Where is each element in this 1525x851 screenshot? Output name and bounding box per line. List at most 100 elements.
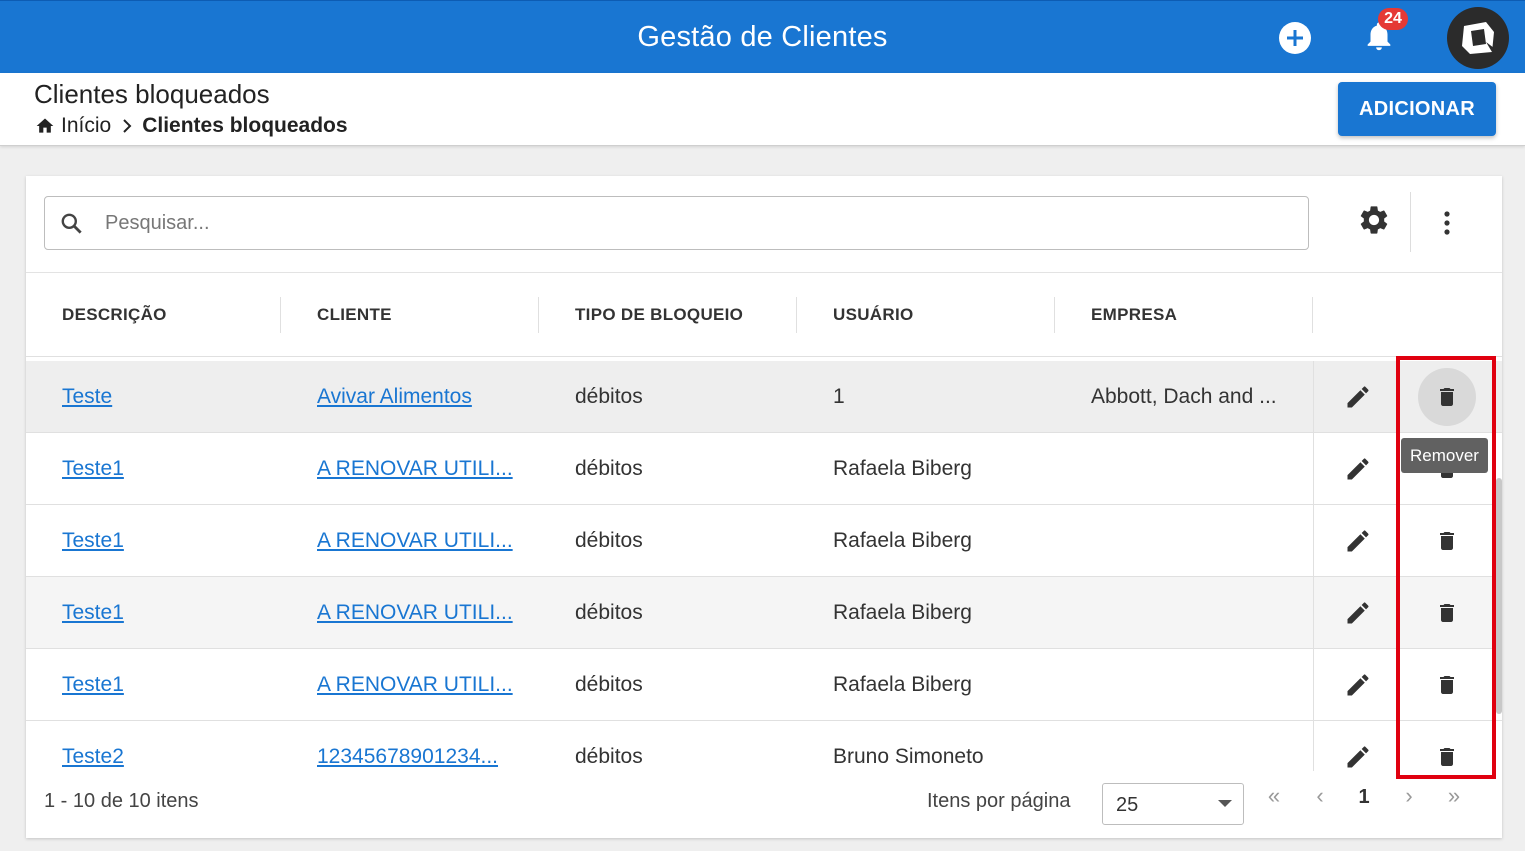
column-separator (796, 297, 797, 333)
tipo-bloqueio-cell: débitos (575, 457, 643, 480)
descricao-link[interactable]: Teste (62, 385, 112, 409)
pagination-range: 1 - 10 de 10 itens (44, 790, 199, 812)
chevron-right-icon (121, 119, 133, 133)
delete-button[interactable] (1418, 584, 1476, 642)
next-page-button[interactable]: › (1394, 781, 1424, 811)
column-header-cliente[interactable]: CLIENTE (317, 273, 392, 357)
column-header-tipo-bloqueio[interactable]: TIPO DE BLOQUEIO (575, 273, 743, 357)
pencil-icon[interactable] (1344, 383, 1372, 411)
remove-tooltip: Remover (1401, 438, 1488, 473)
table-row: Teste1 A RENOVAR UTILI... débitos Rafael… (26, 433, 1502, 505)
gear-icon[interactable] (1357, 203, 1391, 237)
page-header: Clientes bloqueados Início Clientes bloq… (0, 73, 1525, 146)
tipo-bloqueio-cell: débitos (575, 385, 643, 408)
descricao-link[interactable]: Teste1 (62, 529, 124, 553)
descricao-link[interactable]: Teste2 (62, 745, 124, 769)
delete-button[interactable] (1418, 368, 1476, 426)
column-header-usuario[interactable]: USUÁRIO (833, 273, 914, 357)
column-separator (1312, 297, 1313, 333)
pencil-icon[interactable] (1344, 527, 1372, 555)
empresa-cell (1091, 649, 1301, 721)
avatar[interactable] (1447, 7, 1509, 69)
cliente-link[interactable]: A RENOVAR UTILI... (317, 673, 513, 697)
table-row: Teste Avivar Alimentos débitos 1 Abbott,… (26, 361, 1502, 433)
descricao-link[interactable]: Teste1 (62, 601, 124, 625)
pencil-icon[interactable] (1344, 671, 1372, 699)
tipo-bloqueio-cell: débitos (575, 529, 643, 552)
trash-icon (1440, 676, 1454, 694)
tipo-bloqueio-cell: débitos (575, 673, 643, 696)
trash-icon (1440, 604, 1454, 622)
delete-button[interactable] (1418, 728, 1476, 771)
action-divider (1313, 649, 1314, 721)
descricao-link[interactable]: Teste1 (62, 673, 124, 697)
previous-page-button[interactable]: ‹ (1305, 781, 1335, 811)
items-per-page-select[interactable]: 25 (1102, 783, 1244, 825)
page-number[interactable]: 1 (1352, 786, 1376, 809)
empresa-cell (1091, 505, 1301, 577)
empresa-cell (1091, 577, 1301, 649)
cliente-link[interactable]: Avivar Alimentos (317, 385, 472, 409)
app-bar: Gestão de Clientes 24 (0, 0, 1525, 73)
trash-icon (1440, 748, 1454, 766)
kebab-menu-icon[interactable] (1437, 207, 1457, 239)
cliente-link[interactable]: 12345678901234... (317, 745, 498, 769)
breadcrumb-home[interactable]: Início (35, 114, 111, 138)
items-per-page-label: Itens por página (927, 790, 1071, 812)
trash-icon (1440, 388, 1454, 406)
pencil-icon[interactable] (1344, 743, 1372, 771)
last-page-button[interactable]: » (1439, 781, 1469, 811)
table-footer: 1 - 10 de 10 itens Itens por página 25 «… (26, 771, 1502, 838)
tipo-bloqueio-cell: débitos (575, 601, 643, 624)
table-body: Teste Avivar Alimentos débitos 1 Abbott,… (26, 361, 1502, 771)
toolbar-divider (1410, 192, 1411, 252)
notification-badge: 24 (1378, 8, 1408, 30)
action-divider (1313, 577, 1314, 649)
table-row: Teste1 A RENOVAR UTILI... débitos Rafael… (26, 577, 1502, 649)
cliente-link[interactable]: A RENOVAR UTILI... (317, 601, 513, 625)
usuario-cell: Rafaela Biberg (833, 529, 972, 552)
empresa-cell: Abbott, Dach and ... (1091, 385, 1277, 408)
empresa-cell (1091, 721, 1301, 771)
column-separator (1054, 297, 1055, 333)
delete-button[interactable] (1418, 656, 1476, 714)
column-header-empresa[interactable]: EMPRESA (1091, 273, 1177, 357)
action-divider (1313, 361, 1314, 433)
breadcrumb-current: Clientes bloqueados (142, 114, 348, 137)
column-header-descricao[interactable]: DESCRIÇÃO (62, 273, 167, 357)
action-divider (1313, 721, 1314, 771)
pencil-icon[interactable] (1344, 599, 1372, 627)
cliente-link[interactable]: A RENOVAR UTILI... (317, 457, 513, 481)
search-box (44, 196, 1309, 250)
add-circle-icon[interactable] (1279, 22, 1311, 54)
table-header: DESCRIÇÃO CLIENTE TIPO DE BLOQUEIO USUÁR… (26, 273, 1502, 357)
table-row: Teste2 12345678901234... débitos Bruno S… (26, 721, 1502, 771)
usuario-cell: Rafaela Biberg (833, 601, 972, 624)
breadcrumb: Início Clientes bloqueados (35, 114, 348, 138)
page-title: Clientes bloqueados (34, 79, 270, 109)
table-scrollbar[interactable] (1496, 478, 1502, 714)
usuario-cell: Bruno Simoneto (833, 745, 984, 768)
delete-button[interactable] (1418, 512, 1476, 570)
empresa-cell (1091, 433, 1301, 505)
descricao-link[interactable]: Teste1 (62, 457, 124, 481)
logo-icon (1462, 22, 1494, 54)
table-card: DESCRIÇÃO CLIENTE TIPO DE BLOQUEIO USUÁR… (26, 176, 1502, 838)
search-icon (59, 211, 85, 242)
items-per-page-value: 25 (1116, 794, 1139, 816)
action-divider (1313, 505, 1314, 577)
column-separator (538, 297, 539, 333)
pencil-icon[interactable] (1344, 455, 1372, 483)
tipo-bloqueio-cell: débitos (575, 745, 643, 768)
table-row: Teste1 A RENOVAR UTILI... débitos Rafael… (26, 649, 1502, 721)
table-row: Teste1 A RENOVAR UTILI... débitos Rafael… (26, 505, 1502, 577)
add-button[interactable]: ADICIONAR (1338, 82, 1496, 136)
first-page-button[interactable]: « (1259, 781, 1289, 811)
trash-icon (1440, 532, 1454, 550)
usuario-cell: Rafaela Biberg (833, 673, 972, 696)
action-divider (1313, 433, 1314, 505)
search-input[interactable] (105, 207, 1285, 239)
caret-down-icon (1218, 800, 1232, 807)
cliente-link[interactable]: A RENOVAR UTILI... (317, 529, 513, 553)
column-separator (280, 297, 281, 333)
